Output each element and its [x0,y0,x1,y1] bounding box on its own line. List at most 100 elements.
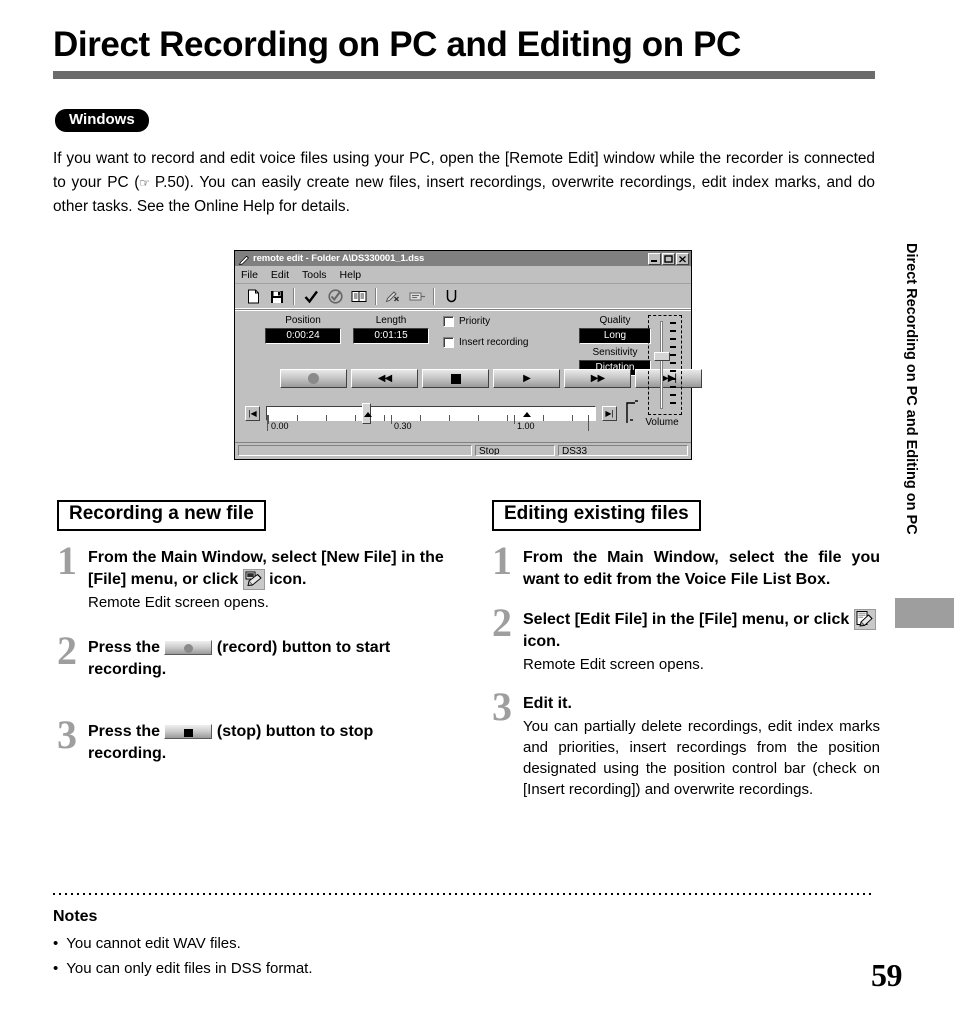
quality-label: Quality [599,315,631,326]
menu-edit[interactable]: Edit [271,269,289,281]
window-menubar: File Edit Tools Help [235,266,691,284]
step-body: You can partially delete recordings, edi… [523,717,880,798]
list-item: • You can only edit files in DSS format. [53,956,753,981]
skip-start-button[interactable]: |◀ [245,406,260,421]
menu-tools[interactable]: Tools [302,269,327,281]
notes-divider [53,893,873,895]
volume-caption: Volume [645,417,679,428]
ruler-label-1: 0.30 [394,421,412,431]
menu-file[interactable]: File [241,269,258,281]
volume-slider[interactable] [648,315,682,415]
stop-button[interactable] [422,369,489,388]
step-body: Remote Edit screen opens. [88,593,269,611]
record-button-icon [164,639,213,655]
step-number: 1 [492,537,512,583]
insert-recording-label: Insert recording [459,337,529,348]
section-heading-right: Editing existing files [492,500,701,531]
os-badge: Windows [55,109,149,132]
section-heading-left: Recording a new file [57,500,266,531]
priority-label: Priority [459,316,491,327]
book-icon[interactable] [347,286,371,307]
length-label: Length [375,315,407,326]
list-item: • You cannot edit WAV files. [53,931,753,956]
rewind-button[interactable]: ◀◀ [351,369,418,388]
position-value: 0:00:24 [265,328,341,344]
edit-file-icon [853,608,876,630]
section-recording-new-file: Recording a new file 1 From the Main Win… [57,500,445,779]
step-number: 3 [57,711,77,757]
timeline-ruler: 0.00 0.30 1.00 [267,415,589,431]
toolbar-separator-1 [293,288,295,305]
step-number: 2 [492,599,512,645]
priority-checkbox-row[interactable]: Priority [443,316,490,327]
window-toolbar [235,284,691,310]
step-number: 3 [492,683,512,729]
step-right-3: 3 Edit it. You can partially delete reco… [492,686,880,800]
step-title-text: Press the [88,722,165,740]
insert-recording-checkbox-row[interactable]: Insert recording [443,337,528,348]
step-right-2: 2 Select [Edit File] in the [File] menu,… [492,602,880,675]
section-editing-existing-files: Editing existing files 1 From the Main W… [492,500,880,814]
priority-checkbox[interactable] [443,316,454,327]
volume-thumb[interactable] [654,352,670,361]
quality-value: Long [579,328,651,344]
minimize-icon[interactable] [648,252,661,265]
maximize-icon[interactable] [662,252,675,265]
menu-help[interactable]: Help [340,269,362,281]
intro-text-part2: P.50). You can easily create new files, … [53,174,875,215]
position-label: Position [285,315,321,326]
fast-forward-button[interactable]: ▶▶ [564,369,631,388]
window-title-text: remote edit - Folder A\DS330001_1.dss [253,253,425,264]
step-title: Press the (stop) button to stop recordin… [88,721,445,765]
window-titlebar: remote edit - Folder A\DS330001_1.dss [235,251,691,266]
new-file-icon[interactable] [241,286,265,307]
remote-edit-icon [242,568,265,590]
check-icon[interactable] [299,286,323,307]
step-number: 2 [57,627,77,673]
step-title-text-b: icon. [523,632,561,650]
insert-icon[interactable] [405,286,429,307]
insert-recording-checkbox[interactable] [443,337,454,348]
save-icon[interactable] [265,286,289,307]
step-title: From the Main Window, select the file yo… [523,548,880,588]
step-title-text-b: icon. [264,570,307,588]
bullet-icon: • [53,935,59,952]
stop-button-icon [164,723,213,739]
intro-paragraph: If you want to record and edit voice fil… [53,147,875,219]
note-text: You can only edit files in DSS format. [66,960,313,977]
step-title-text: Select [Edit File] in the [File] menu, o… [523,610,854,628]
notes-list: • You cannot edit WAV files. • You can o… [53,931,753,981]
undo-icon[interactable] [439,286,463,307]
step-title-text: Press the [88,638,165,656]
step-right-1: 1 From the Main Window, select the file … [492,540,880,591]
step-left-3: 3 Press the (stop) button to stop record… [57,714,445,765]
page-title: Direct Recording on PC and Editing on PC [53,25,741,64]
ruler-label-2: 1.00 [517,421,535,431]
toolbar-separator-3 [433,288,435,305]
close-icon[interactable] [676,252,689,265]
length-value: 0:01:15 [353,328,429,344]
note-text: You cannot edit WAV files. [66,935,241,952]
page-number: 59 [871,957,903,993]
step-title: From the Main Window, select [New File] … [88,547,445,591]
status-message [238,445,472,456]
skip-end-button[interactable]: ▶| [602,406,617,421]
step-title: Edit it. [523,694,572,712]
bullet-icon: • [53,960,59,977]
step-left-1: 1 From the Main Window, select [New File… [57,540,445,613]
window-buttons [648,252,689,265]
record-dot-icon [308,373,319,384]
pencil-icon [238,253,250,265]
play-button[interactable]: ▶ [493,369,560,388]
index-mark-indicator [624,397,640,430]
window-statusbar: Stop DS33 [235,442,691,459]
record-button[interactable] [280,369,347,388]
step-left-2: 2 Press the (record) button to start rec… [57,630,445,681]
control-panel: Position 0:00:24 Length 0:01:15 Priority… [235,310,702,439]
status-state: Stop [475,445,555,456]
transport-controls: ◀◀ ▶ ▶▶ ▶▶| [280,369,702,388]
pen-delete-icon[interactable] [381,286,405,307]
notes-heading: Notes [53,908,98,925]
check-circle-icon[interactable] [323,286,347,307]
status-device: DS33 [558,445,688,456]
